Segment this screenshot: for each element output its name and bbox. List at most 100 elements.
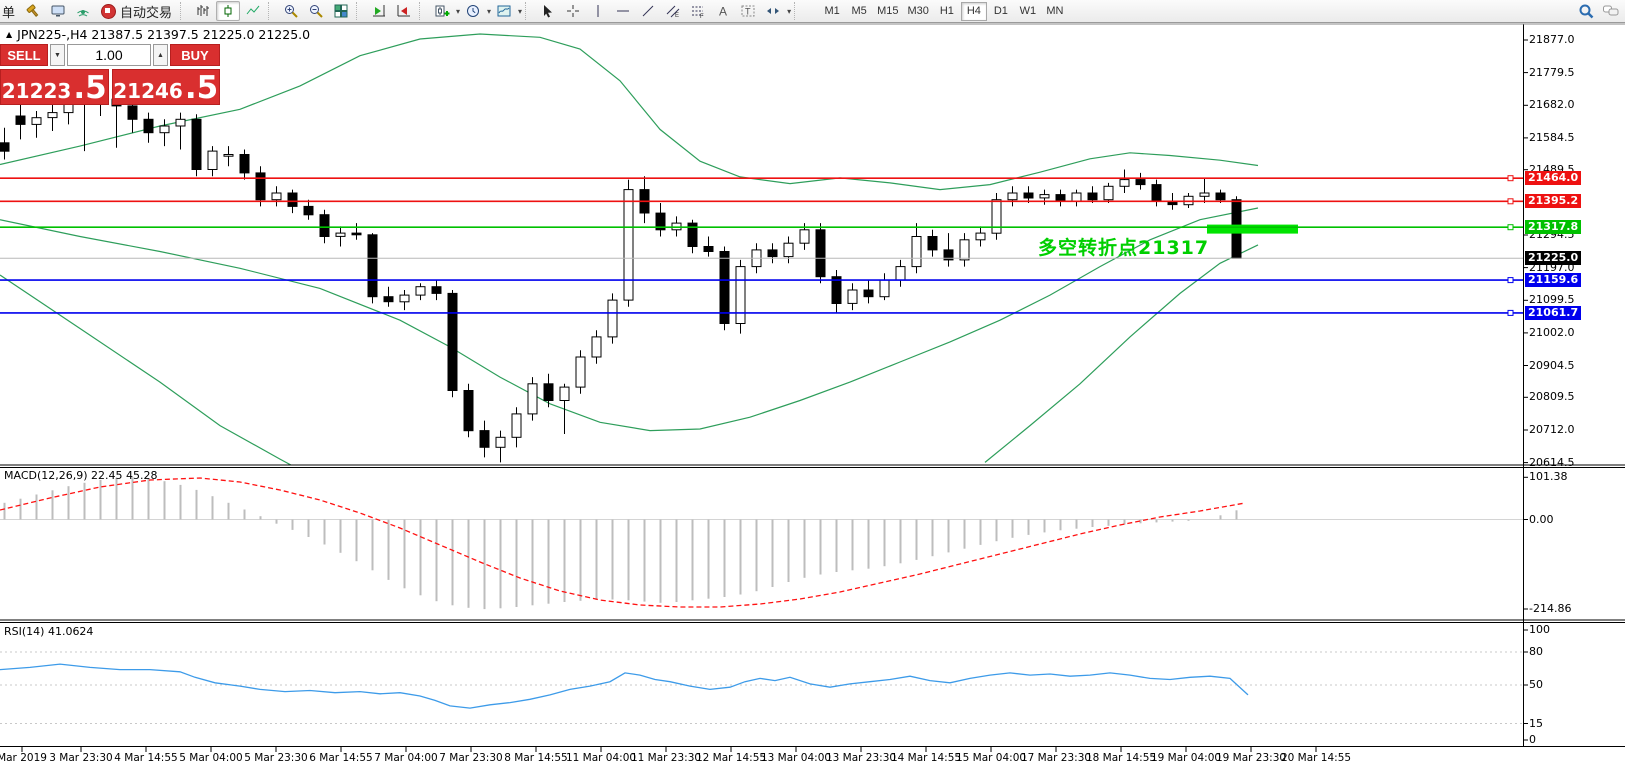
channel-tool-button[interactable]: E [661, 1, 685, 21]
text-tool-icon: A [715, 3, 731, 19]
mt4-window: 单 自动交易 ▾ ▾ ▾ E F A T ▾ M1M5M15 [0, 0, 1625, 768]
dropdown-caret[interactable]: ▾ [787, 7, 791, 16]
bollinger-band-lower-left [0, 275, 320, 481]
timeframe-button-h1[interactable]: H1 [934, 2, 960, 21]
chart-profile-icon [496, 3, 512, 19]
tile-windows-button[interactable] [329, 1, 353, 21]
line-handle[interactable] [1508, 278, 1513, 283]
volume-decrease-button[interactable]: ▼ [50, 44, 65, 66]
candle-body [528, 384, 537, 414]
panel-frames [0, 24, 1625, 752]
timeframe-button-h4[interactable]: H4 [961, 2, 987, 21]
search-button[interactable] [1574, 1, 1598, 21]
chat-button[interactable] [1599, 1, 1623, 21]
time-axis-label: 14 Mar 14:55 [891, 752, 961, 764]
chart-shift-button[interactable] [367, 1, 391, 21]
sell-button[interactable]: SELL [0, 44, 48, 66]
collapse-arrow-icon[interactable]: ▲ [6, 30, 12, 39]
new-chart-button[interactable] [430, 1, 454, 21]
macd-indicator-label: MACD(12,26,9) 22.45 45.28 [4, 469, 158, 482]
candle-body [1008, 193, 1017, 200]
search-icon [1578, 3, 1595, 20]
timeframe-button-m5[interactable]: M5 [846, 2, 872, 21]
signal-icon [75, 3, 91, 19]
timeframe-button-m15[interactable]: M15 [873, 2, 902, 21]
svg-text:T: T [745, 7, 751, 17]
dropdown-caret[interactable]: ▾ [487, 7, 491, 16]
line-handle[interactable] [1508, 176, 1513, 181]
buy-price-box[interactable]: 21246 .5 [112, 69, 221, 105]
time-axis-label: 13 Mar 04:00 [761, 752, 831, 764]
text-label-tool-button[interactable]: T [736, 1, 760, 21]
trend-highlight-bar[interactable] [1207, 225, 1298, 234]
volume-increase-button[interactable]: ▲ [153, 44, 168, 66]
hammer-icon [25, 3, 41, 19]
toolbar-separator [268, 2, 276, 20]
new-order-button[interactable]: 单 [2, 1, 20, 21]
cursor-tool-button[interactable] [536, 1, 560, 21]
candle-body [16, 116, 25, 124]
candle-body [1152, 185, 1161, 202]
auto-scroll-button[interactable] [392, 1, 416, 21]
timeframe-button-m30[interactable]: M30 [903, 2, 932, 21]
line-handle[interactable] [1508, 225, 1513, 230]
candle-body [1136, 180, 1145, 185]
chart-profile-button[interactable] [492, 1, 516, 21]
svg-text:F: F [700, 14, 704, 19]
hammer-tool-button[interactable] [21, 1, 45, 21]
candle-body [288, 193, 297, 206]
candle-body [992, 200, 1001, 234]
line-handle[interactable] [1508, 310, 1513, 315]
auto-scroll-icon [396, 3, 412, 19]
zoom-out-icon [308, 3, 324, 19]
timeframe-button-m1[interactable]: M1 [819, 2, 845, 21]
crosshair-icon [565, 3, 581, 19]
macd-signal-line [0, 478, 1245, 607]
terminal-button[interactable] [46, 1, 70, 21]
vertical-line-tool-button[interactable] [586, 1, 610, 21]
zoom-in-button[interactable] [279, 1, 303, 21]
time-axis-label: 4 Mar 14:55 [114, 752, 177, 764]
line-handle[interactable] [1508, 199, 1513, 204]
candle-body [1088, 193, 1097, 200]
horizontal-line-icon [615, 3, 631, 19]
candle-body [336, 233, 345, 236]
toolbar-separator [356, 2, 364, 20]
auto-trading-button[interactable]: 自动交易 [96, 1, 177, 21]
trendline-tool-button[interactable] [636, 1, 660, 21]
signal-button[interactable] [71, 1, 95, 21]
timeframe-button-mn[interactable]: MN [1042, 2, 1068, 21]
line-chart-button[interactable] [241, 1, 265, 21]
text-tool-button[interactable]: A [711, 1, 735, 21]
dropdown-caret[interactable]: ▾ [456, 7, 460, 16]
candle-body [960, 240, 969, 260]
time-axis-label: 11 Mar 23:30 [631, 752, 701, 764]
time-axis-label: 7 Mar 04:00 [374, 752, 437, 764]
candle-body [704, 247, 713, 252]
time-axis-label: 11 Mar 04:00 [566, 752, 636, 764]
dropdown-caret[interactable]: ▾ [518, 7, 522, 16]
fibonacci-tool-button[interactable]: F [686, 1, 710, 21]
candlestick-chart-button[interactable] [216, 1, 240, 21]
buy-button[interactable]: BUY [170, 44, 220, 66]
arrows-tool-button[interactable] [761, 1, 785, 21]
volume-input[interactable] [67, 44, 151, 66]
time-axis-label: 12 Mar 14:55 [696, 752, 766, 764]
candle-body [928, 237, 937, 250]
timeframe-group: M1M5M15M30H1H4D1W1MN [819, 2, 1068, 21]
sell-price-box[interactable]: 21223 .5 [0, 69, 109, 105]
period-clock-button[interactable] [461, 1, 485, 21]
time-axis-label: 3 Mar 23:30 [49, 752, 112, 764]
horizontal-line-tool-button[interactable] [611, 1, 635, 21]
bar-chart-button[interactable] [191, 1, 215, 21]
vertical-line-icon [590, 3, 606, 19]
timeframe-button-w1[interactable]: W1 [1015, 2, 1041, 21]
zoom-out-button[interactable] [304, 1, 328, 21]
new-chart-icon [434, 3, 450, 19]
timeframe-button-d1[interactable]: D1 [988, 2, 1014, 21]
candle-body [592, 337, 601, 357]
svg-text:A: A [719, 5, 727, 19]
cursor-icon [540, 3, 556, 19]
crosshair-tool-button[interactable] [561, 1, 585, 21]
chart-annotation[interactable]: 多空转折点21317 [1038, 233, 1209, 260]
